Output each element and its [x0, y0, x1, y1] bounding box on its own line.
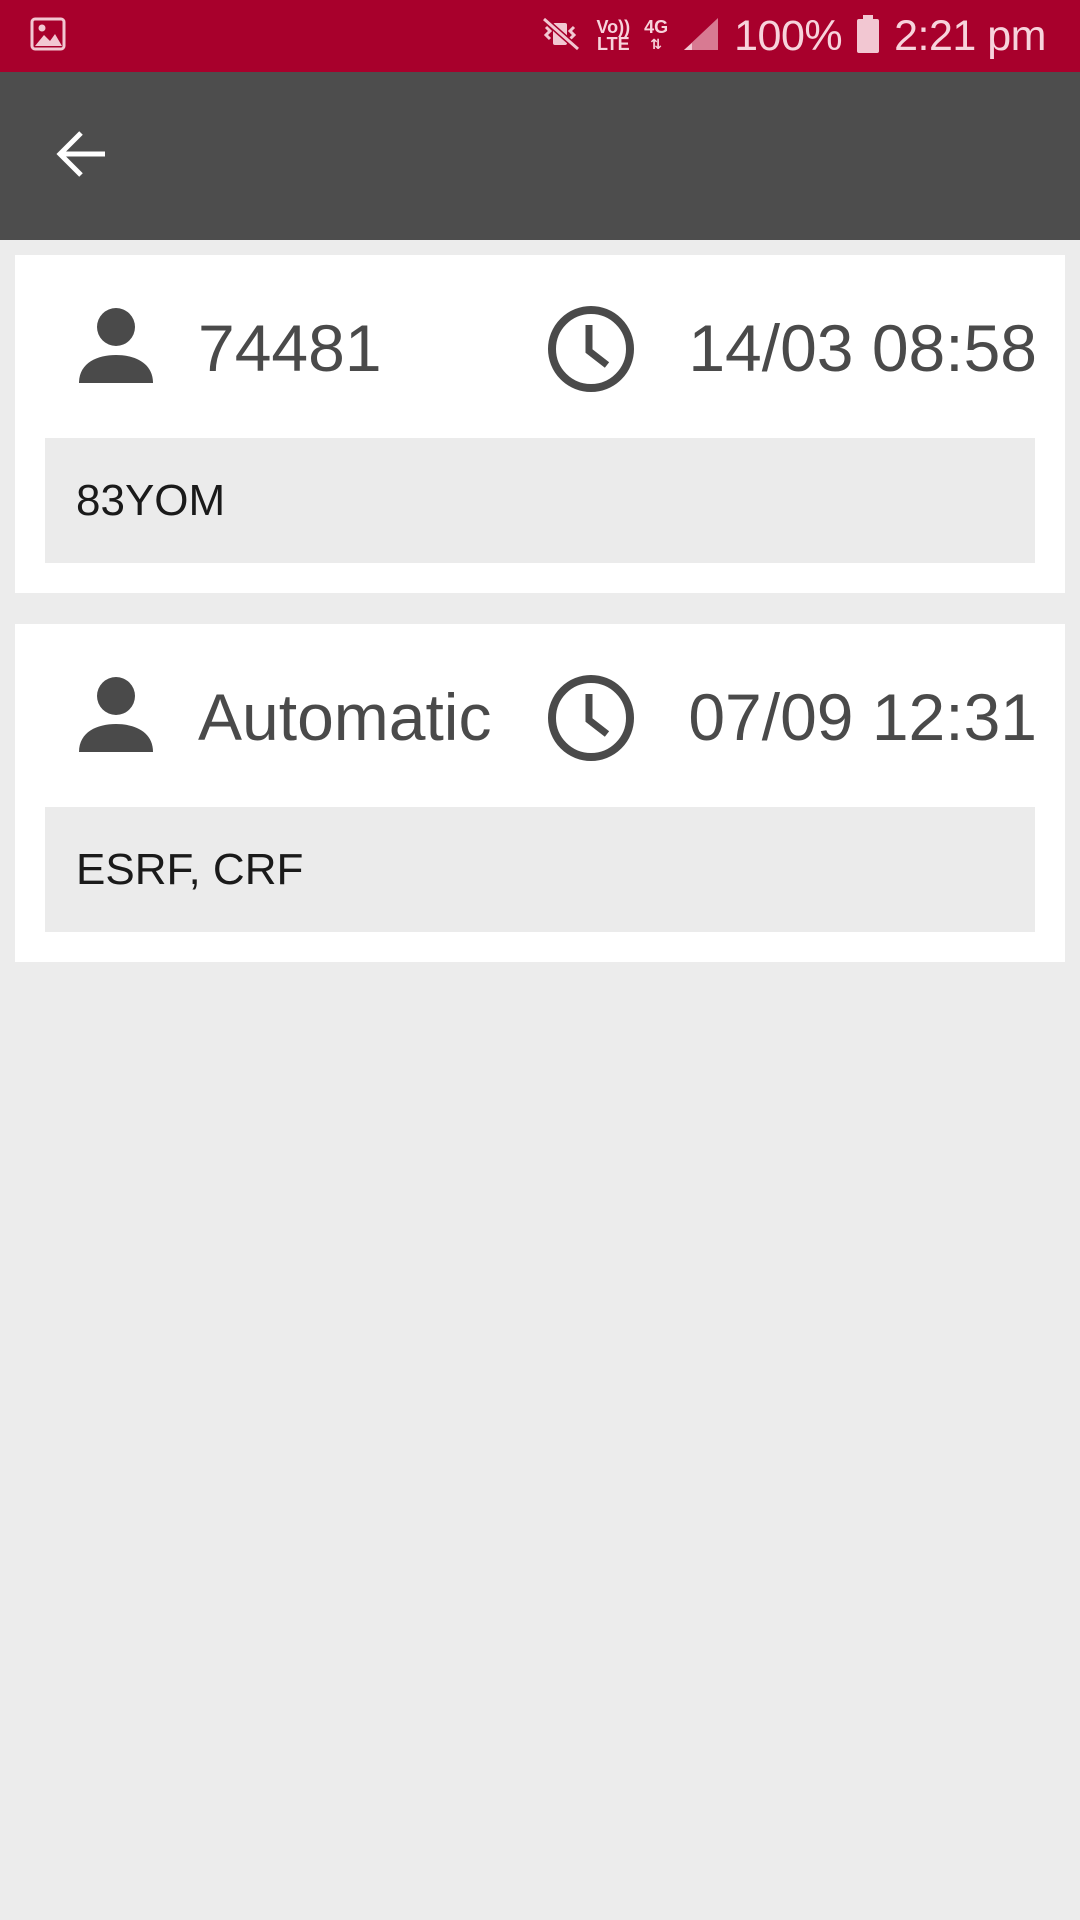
entry-user: 74481	[198, 311, 382, 385]
battery-percent: 100%	[734, 11, 843, 60]
entry-note-box: 83YOM	[45, 438, 1035, 563]
entry-time: 14/03 08:58	[688, 311, 1037, 385]
entry-header: 74481 14/03 08:58	[15, 255, 1065, 438]
back-button[interactable]	[48, 122, 116, 190]
person-icon	[73, 672, 159, 758]
entry-user: Automatic	[198, 680, 492, 754]
entry-card[interactable]: Automatic 07/09 12:31 ESRF, CRF	[15, 624, 1065, 962]
muted-vibrate-icon	[540, 15, 582, 58]
entry-time: 07/09 12:31	[688, 680, 1037, 754]
clock-time: 2:21 pm	[894, 11, 1046, 60]
status-left	[30, 17, 66, 56]
data-arrows-icon: ⇅	[650, 36, 662, 52]
entry-header: Automatic 07/09 12:31	[15, 624, 1065, 807]
network-4g-icon: 4G ⇅	[644, 17, 669, 53]
image-icon	[30, 17, 66, 56]
status-bar: Vo)) LTE 4G ⇅ 100% 2:21 pm	[0, 0, 1080, 72]
arrow-left-icon	[55, 129, 109, 184]
entry-note-box: ESRF, CRF	[45, 807, 1035, 932]
signal-icon	[682, 16, 720, 57]
status-right: Vo)) LTE 4G ⇅ 100% 2:21 pm	[540, 12, 1046, 61]
clock-icon	[545, 672, 637, 764]
clock-icon	[545, 303, 637, 395]
network-label: 4G	[644, 17, 669, 37]
entry-note: ESRF, CRF	[76, 844, 304, 894]
entry-note: 83YOM	[76, 475, 226, 525]
app-bar	[0, 72, 1080, 240]
entry-card[interactable]: 74481 14/03 08:58 83YOM	[15, 255, 1065, 593]
person-icon	[73, 303, 159, 389]
volte-icon: Vo)) LTE	[596, 18, 630, 54]
volte-bottom-label: LTE	[596, 34, 630, 54]
battery-icon	[856, 14, 880, 59]
